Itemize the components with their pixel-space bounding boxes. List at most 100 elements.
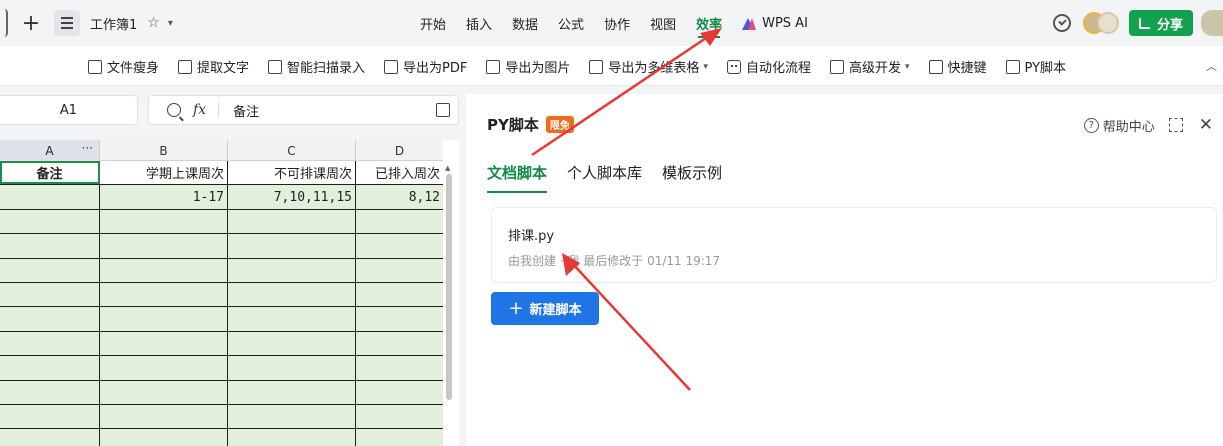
star-icon[interactable]: ☆	[147, 15, 160, 31]
cell[interactable]	[228, 209, 356, 234]
help-icon[interactable]: ?	[1083, 117, 1099, 133]
cell[interactable]	[100, 307, 228, 331]
cell[interactable]	[228, 356, 356, 380]
automation-flow-button[interactable]: 自动化流程	[726, 57, 811, 76]
zoom-icon[interactable]	[167, 103, 181, 117]
cell[interactable]	[100, 234, 228, 258]
cell[interactable]	[100, 429, 228, 446]
cell[interactable]	[228, 307, 356, 331]
cell[interactable]	[0, 282, 100, 307]
cell-a2[interactable]	[0, 185, 100, 209]
smart-scan-button[interactable]: 智能扫描录入	[268, 57, 365, 76]
menu-wps-ai[interactable]: WPS AI	[742, 16, 808, 31]
cell-c2[interactable]: 7,10,11,15	[228, 185, 356, 209]
cell[interactable]	[356, 356, 443, 380]
tab-personal-library[interactable]: 个人脚本库	[567, 162, 642, 193]
cell[interactable]	[0, 380, 100, 404]
menu-data[interactable]: 数据	[512, 14, 538, 33]
advanced-dev-button[interactable]: 高级开发 ▾	[829, 57, 910, 76]
cell[interactable]	[100, 356, 228, 380]
cell[interactable]	[228, 234, 356, 258]
cell[interactable]	[0, 331, 100, 356]
cell[interactable]	[356, 258, 443, 282]
cell[interactable]	[228, 429, 356, 446]
cell-a1[interactable]: 备注	[0, 161, 100, 185]
more-icon[interactable]: ···	[82, 141, 93, 155]
menu-home[interactable]: 开始	[420, 14, 446, 33]
menu-collaborate[interactable]: 协作	[604, 14, 630, 33]
cell-b1[interactable]: 学期上课周次	[100, 161, 228, 185]
export-multidim-button[interactable]: 导出为多维表格 ▾	[589, 57, 708, 76]
cell[interactable]	[228, 258, 356, 282]
cell[interactable]	[356, 234, 443, 258]
cloud-sync-icon[interactable]	[1052, 14, 1071, 32]
cell-d1[interactable]: 已排入周次	[356, 161, 443, 185]
cell[interactable]	[228, 404, 356, 429]
export-image-button[interactable]: 导出为图片	[486, 57, 570, 76]
help-center-link[interactable]: 帮助中心	[1103, 116, 1155, 135]
cell[interactable]	[356, 380, 443, 404]
cell[interactable]	[228, 380, 356, 404]
extract-text-button[interactable]: 提取文字	[178, 57, 249, 76]
tab-document-scripts[interactable]: 文档脚本	[487, 162, 548, 193]
cell[interactable]	[356, 307, 443, 331]
py-script-button[interactable]: PY脚本	[1005, 57, 1066, 76]
new-script-button[interactable]: + 新建脚本	[491, 292, 599, 325]
cell[interactable]	[356, 282, 443, 307]
menu-efficiency[interactable]: 效率	[696, 14, 722, 38]
collapse-toolbar-icon[interactable]: ︿	[1206, 58, 1217, 74]
expand-icon[interactable]	[1168, 118, 1183, 132]
file-slim-button[interactable]: 文件瘦身	[88, 57, 159, 76]
export-pdf-button[interactable]: 导出为PDF	[384, 57, 467, 76]
cell[interactable]	[100, 331, 228, 356]
cell[interactable]	[356, 429, 443, 446]
tab-template-examples[interactable]: 模板示例	[662, 162, 722, 193]
shortcut-button[interactable]: 快捷键	[928, 57, 987, 76]
cell-b2[interactable]: 1-17	[100, 185, 228, 209]
user-avatar[interactable]	[1201, 10, 1223, 36]
formula-bar[interactable]: fx 备注	[148, 95, 459, 125]
cell[interactable]	[228, 282, 356, 307]
vertical-scrollbar[interactable]	[446, 174, 452, 400]
cell[interactable]	[0, 356, 100, 380]
document-title[interactable]: 工作簿1	[90, 14, 137, 33]
scroll-up-arrow-icon[interactable]: ▲	[445, 164, 450, 172]
chevron-down-icon[interactable]: ▾	[168, 18, 173, 29]
column-header-b[interactable]: B	[100, 140, 228, 161]
cell[interactable]	[356, 209, 443, 234]
cell[interactable]	[0, 404, 100, 429]
cell[interactable]	[100, 380, 228, 404]
formula-input[interactable]: 备注	[233, 101, 259, 120]
cell-c1[interactable]: 不可排课周次	[228, 161, 356, 185]
cell-d2[interactable]: 8,12	[356, 185, 443, 209]
cell[interactable]	[100, 282, 228, 307]
cell[interactable]	[100, 404, 228, 429]
cell[interactable]	[0, 234, 100, 258]
column-header-a[interactable]: A ···	[0, 140, 100, 161]
cell[interactable]	[228, 331, 356, 356]
script-card[interactable]: 排课.py 由我创建 · 我 最后修改于 01/11 19:17	[491, 207, 1217, 283]
new-tab-plus-icon[interactable]: +	[18, 10, 44, 36]
cell[interactable]	[356, 331, 443, 356]
cell[interactable]	[100, 209, 228, 234]
menu-view[interactable]: 视图	[650, 14, 676, 33]
hamburger-menu-icon[interactable]	[54, 10, 80, 36]
collaborator-avatars[interactable]	[1082, 12, 1119, 34]
menu-insert[interactable]: 插入	[466, 14, 492, 33]
cell[interactable]	[100, 258, 228, 282]
insert-function-icon[interactable]	[436, 103, 450, 117]
cell[interactable]	[356, 404, 443, 429]
script-name[interactable]: 排课.py	[508, 225, 554, 244]
fx-icon[interactable]: fx	[193, 102, 206, 118]
column-header-c[interactable]: C	[228, 140, 356, 161]
cell[interactable]	[0, 258, 100, 282]
share-button[interactable]: 分享	[1128, 10, 1193, 36]
avatar[interactable]	[1096, 12, 1119, 34]
menu-formula[interactable]: 公式	[558, 14, 584, 33]
name-box[interactable]: A1	[0, 95, 138, 125]
column-header-d[interactable]: D	[356, 140, 443, 161]
previous-tab-edge[interactable]	[0, 9, 8, 37]
cell[interactable]	[0, 307, 100, 331]
cell[interactable]	[0, 429, 100, 446]
cell[interactable]	[0, 209, 100, 234]
